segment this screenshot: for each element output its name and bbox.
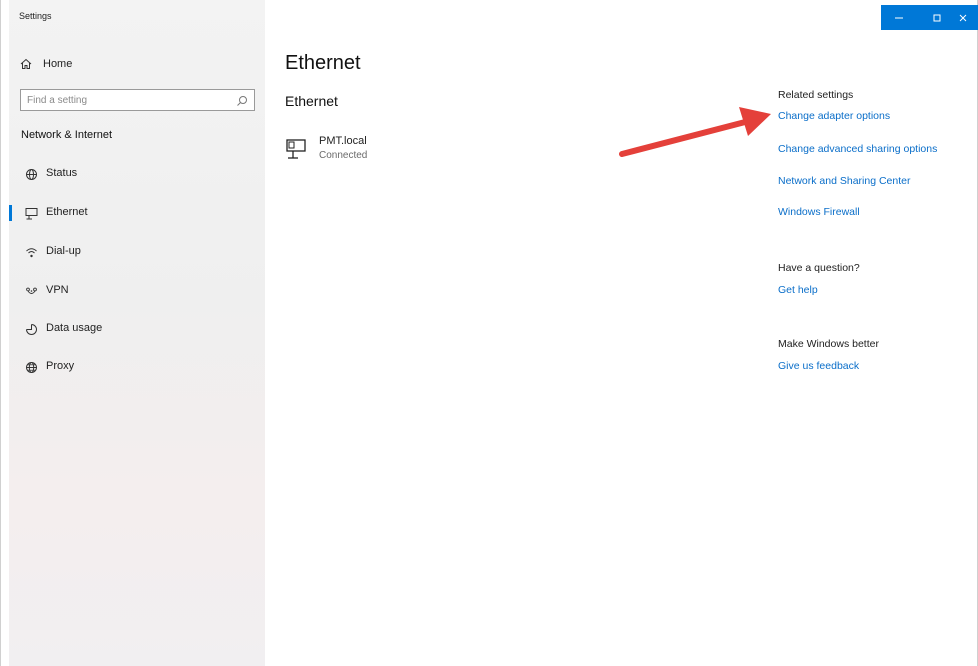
sidebar-item-status[interactable]: Status (9, 162, 265, 186)
home-icon (19, 57, 33, 71)
search-icon[interactable] (236, 94, 248, 106)
active-indicator (9, 359, 12, 375)
network-computer-icon (285, 137, 309, 161)
globe-icon (24, 360, 38, 374)
dialup-icon (24, 245, 38, 259)
connection-name: PMT.local (319, 135, 367, 147)
vpn-icon (24, 284, 38, 298)
sidebar-item-label: Dial-up (46, 245, 81, 257)
question-heading: Have a question? (778, 262, 860, 274)
section-title: Network & Internet (21, 129, 113, 141)
ethernet-icon (24, 206, 38, 220)
windows-firewall-link[interactable]: Windows Firewall (778, 206, 860, 218)
connection-status: Connected (319, 150, 368, 161)
sidebar-item-dial-up[interactable]: Dial-up (9, 240, 265, 264)
close-icon[interactable] (947, 5, 978, 30)
give-feedback-link[interactable]: Give us feedback (778, 360, 859, 372)
active-indicator (9, 283, 12, 299)
active-indicator (9, 205, 12, 221)
change-advanced-sharing-link[interactable]: Change advanced sharing options (778, 143, 937, 155)
sidebar-item-label: Proxy (46, 360, 75, 372)
sidebar-item-vpn[interactable]: VPN (9, 279, 265, 303)
search-box[interactable] (20, 89, 255, 111)
sidebar-item-label: VPN (46, 284, 69, 296)
sidebar-item-data-usage[interactable]: Data usage (9, 317, 265, 341)
sidebar-item-label: Ethernet (46, 206, 88, 218)
home-label: Home (43, 58, 73, 70)
active-indicator (9, 244, 12, 260)
globe-status-icon (24, 167, 38, 181)
window-title: Settings (19, 11, 52, 21)
minimize-icon[interactable] (883, 5, 915, 30)
sidebar: Settings Home Network & Internet Status (9, 0, 265, 666)
feedback-heading: Make Windows better (778, 338, 879, 350)
settings-window: Settings Home Network & Internet Status (0, 0, 978, 666)
sidebar-item-proxy[interactable]: Proxy (9, 355, 265, 379)
active-indicator (9, 166, 12, 182)
home-nav-item[interactable]: Home (19, 54, 72, 74)
get-help-link[interactable]: Get help (778, 284, 818, 296)
title-bar-controls (881, 5, 978, 30)
section-subtitle: Ethernet (285, 93, 338, 109)
search-input[interactable] (21, 90, 227, 110)
related-settings-heading: Related settings (778, 89, 854, 101)
change-adapter-options-link[interactable]: Change adapter options (778, 110, 890, 122)
page-title: Ethernet (285, 52, 361, 74)
sidebar-item-label: Status (46, 167, 78, 179)
ethernet-connection[interactable]: PMT.local Connected (285, 135, 425, 171)
active-indicator (9, 321, 12, 337)
sidebar-item-ethernet[interactable]: Ethernet (9, 201, 265, 225)
sidebar-item-label: Data usage (46, 322, 103, 334)
network-sharing-center-link[interactable]: Network and Sharing Center (778, 175, 911, 187)
data-usage-icon (24, 322, 38, 336)
